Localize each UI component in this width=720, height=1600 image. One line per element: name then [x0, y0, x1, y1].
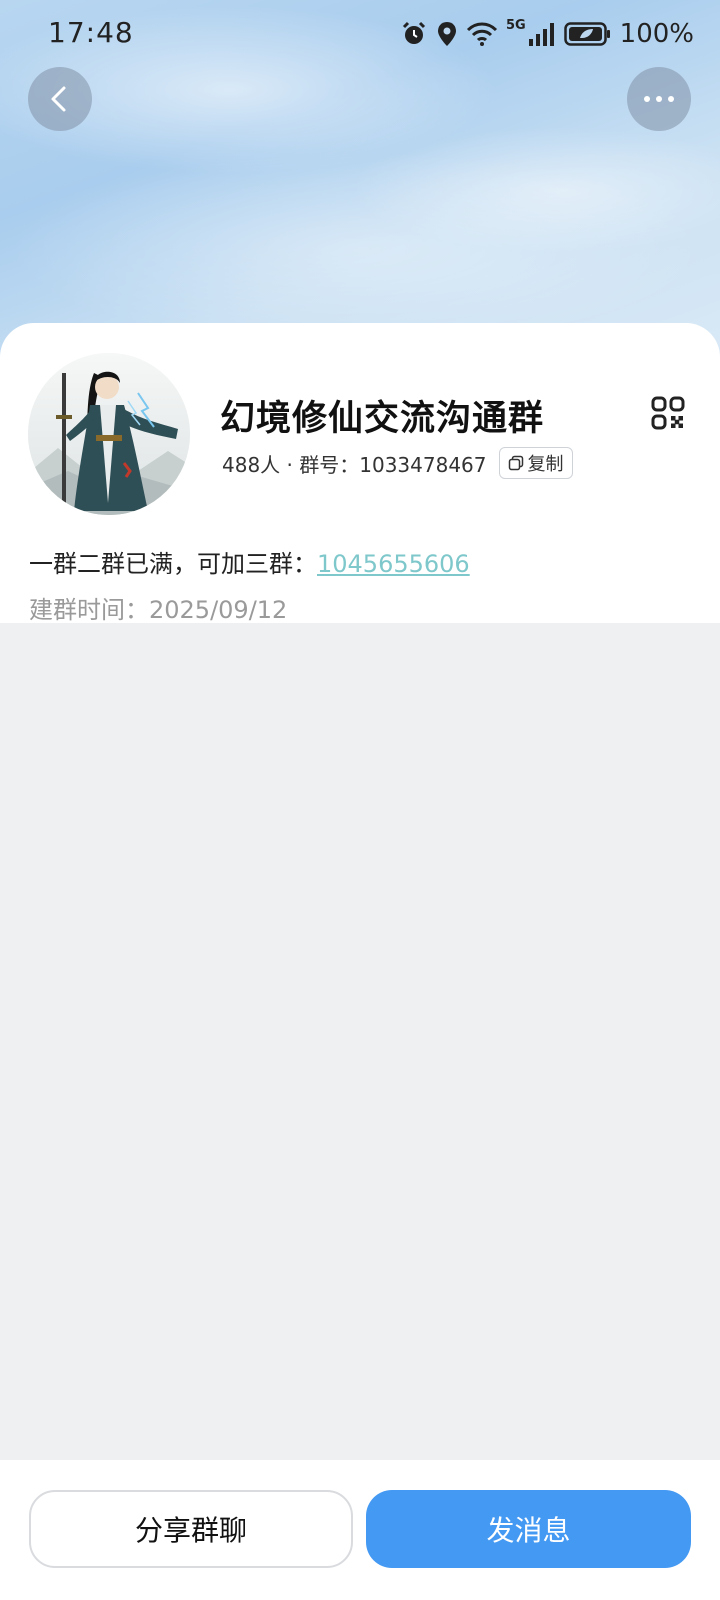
copy-icon	[508, 455, 523, 471]
description-text: 一群二群已满，可加三群：	[29, 550, 317, 578]
more-button[interactable]	[627, 67, 691, 131]
share-group-button[interactable]: 分享群聊	[29, 1490, 353, 1568]
location-icon	[437, 22, 456, 46]
description-group-number-link[interactable]: 1045655606	[317, 550, 470, 578]
battery-percent: 100%	[619, 19, 694, 49]
status-icons: 5G 100%	[400, 14, 694, 54]
signal-icon	[528, 23, 554, 46]
battery-icon	[563, 22, 610, 46]
created-value: 2025/09/12	[149, 596, 288, 624]
group-meta-text: 488人 · 群号：1033478467	[222, 452, 487, 477]
group-description: 一群二群已满，可加三群：1045655606	[29, 544, 470, 579]
copy-label: 复制	[527, 454, 564, 475]
qr-code-icon	[651, 396, 685, 430]
status-time: 17:48	[48, 16, 134, 49]
send-message-button[interactable]: 发消息	[366, 1490, 691, 1568]
qr-code-button[interactable]	[650, 395, 686, 431]
alarm-icon	[402, 21, 425, 44]
group-name: 幻境修仙交流沟通群	[220, 399, 545, 439]
created-label: 建群时间：	[29, 596, 149, 624]
copy-button[interactable]: 复制	[498, 447, 573, 479]
group-avatar[interactable]	[28, 353, 190, 515]
chevron-left-icon	[51, 86, 66, 112]
status-bar: 17:48 5G 100%	[0, 0, 720, 68]
group-meta: 488人 · 群号：1033478467 复制	[222, 446, 573, 480]
created-date: 建群时间：2025/09/12	[29, 590, 287, 625]
avatar-image	[28, 353, 190, 515]
back-button[interactable]	[28, 67, 92, 131]
network-label: 5G	[505, 18, 526, 33]
more-dots-icon	[644, 96, 674, 102]
wifi-icon	[466, 22, 497, 46]
